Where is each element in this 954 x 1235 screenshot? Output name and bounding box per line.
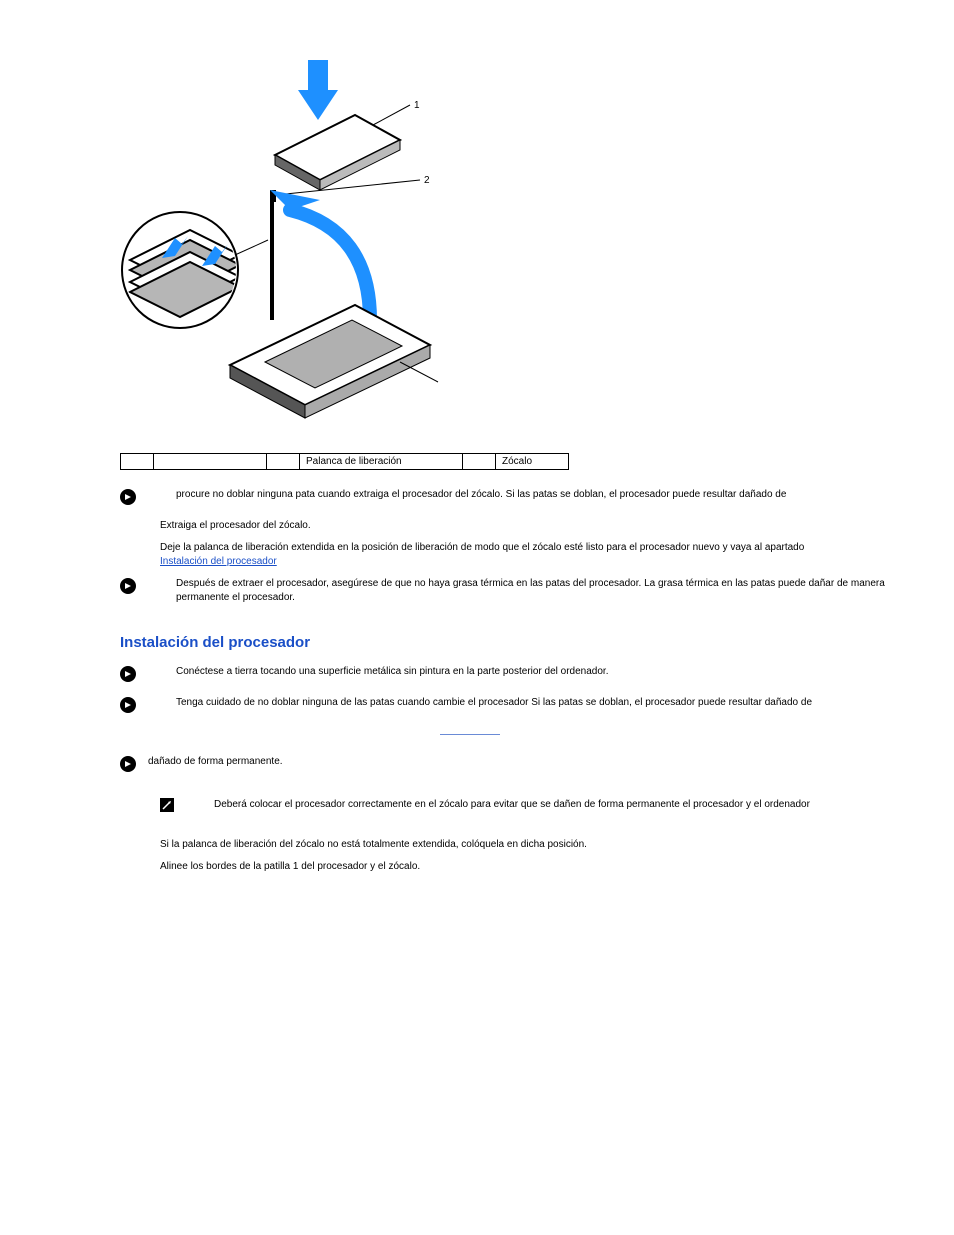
link-install-processor[interactable]: Instalación del procesador — [160, 556, 277, 567]
notice-text-ground-yourself: Conéctese a tierra tocando una superfici… — [176, 665, 934, 679]
legend-cell-label-2: Palanca de liberación — [300, 454, 463, 470]
notice-text-bent-pins-remove: procure no doblar ninguna pata cuando ex… — [176, 488, 934, 502]
callout-legend-table: Palanca de liberación Zócalo — [120, 453, 569, 470]
legend-cell-num-2 — [267, 454, 300, 470]
step-leave-lever: Deje la palanca de liberación extendida … — [160, 541, 934, 569]
legend-cell-label-1 — [154, 454, 267, 470]
note-text-seat-correctly: Deberá colocar el procesador correctamen… — [214, 798, 934, 812]
note-icon — [160, 798, 174, 812]
step-leave-lever-text: Deje la palanca de liberación extendida … — [160, 542, 804, 553]
legend-cell-label-3: Zócalo — [496, 454, 569, 470]
notice-text-thermal-grease: Después de extraer el procesador, asegúr… — [176, 577, 934, 604]
step-align-pin1: Alinee los bordes de la patilla 1 del pr… — [160, 860, 934, 874]
section-heading-install-processor: Instalación del procesador — [120, 634, 934, 651]
link-fragment[interactable] — [440, 733, 500, 735]
step-extract-processor: Extraiga el procesador del zócalo. — [160, 519, 934, 533]
step-extend-lever: Si la palanca de liberación del zócalo n… — [160, 838, 934, 852]
notice-icon — [120, 666, 136, 682]
notice-text-permanent-damage: dañado de forma permanente. — [148, 755, 934, 769]
notice-icon — [120, 578, 136, 594]
callout-1-num: 1 — [414, 100, 420, 111]
legend-cell-num-3 — [463, 454, 496, 470]
processor-removal-diagram: 1 2 3 — [120, 60, 934, 423]
legend-cell-num-1 — [121, 454, 154, 470]
notice-icon — [120, 489, 136, 505]
notice-text-bent-pins-replace: Tenga cuidado de no doblar ninguna de la… — [176, 696, 934, 710]
notice-icon — [120, 697, 136, 713]
callout-2-num: 2 — [424, 175, 430, 186]
notice-icon — [120, 756, 136, 772]
